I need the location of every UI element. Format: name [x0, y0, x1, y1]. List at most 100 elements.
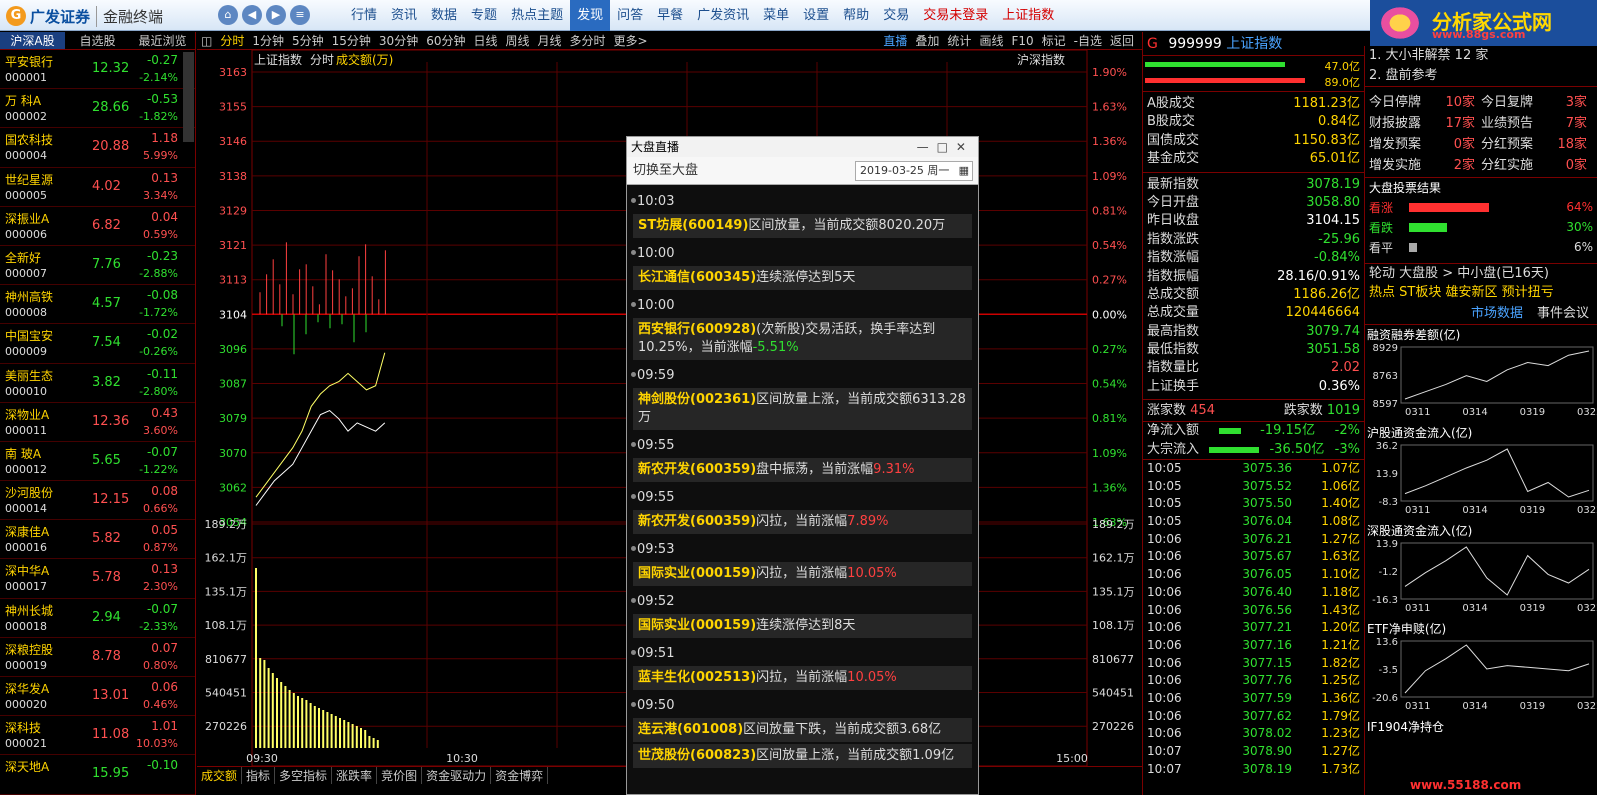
hot-topics[interactable]: 热点 ST板块 雄安新区 预计扭亏 [1365, 283, 1597, 303]
stock-row[interactable]: 深康佳A 000016 5.82 0.05 0.87% [0, 520, 195, 560]
menu-item[interactable]: 数据 [424, 0, 464, 31]
period-tab[interactable]: 15分钟 [328, 32, 375, 49]
stock-row[interactable]: 深粮控股 000019 8.78 0.07 0.80% [0, 638, 195, 677]
event-stat[interactable]: 今日停牌 10家 [1369, 91, 1481, 110]
menu-item[interactable]: 行情 [344, 0, 384, 31]
stock-tab[interactable]: 自选股 [65, 32, 130, 49]
menu-item[interactable]: 广发资讯 [690, 0, 756, 31]
home-icon[interactable]: ⌂ [218, 5, 238, 25]
stock-row[interactable]: 神州高铁 000008 4.57 -0.08 -1.72% [0, 285, 195, 325]
stock-row[interactable]: 美丽生态 000010 3.82 -0.11 -2.80% [0, 364, 195, 403]
chart-tool-button[interactable]: -自选 [1070, 32, 1106, 49]
event-card[interactable]: 国际实业(000159)闪拉，当前涨幅10.05% [633, 562, 972, 586]
stock-tab[interactable]: 沪深A股 [0, 32, 65, 49]
menu-item[interactable]: 热点主题 [504, 0, 570, 31]
indicator-tab[interactable]: 成交额 [197, 767, 243, 784]
chart-tool-button[interactable]: 统计 [943, 32, 975, 49]
ad-banner[interactable]: 分析家公式网 www.88gs.com [1370, 0, 1597, 46]
event-stock[interactable]: 国际实业(000159) [638, 566, 756, 581]
menu-item[interactable]: 帮助 [836, 0, 876, 31]
event-card[interactable]: 新农开发(600359)盘中振荡，当前涨幅9.31% [633, 458, 972, 482]
event-stock[interactable]: 国际实业(000159) [638, 618, 756, 633]
event-card[interactable]: 新农开发(600359)闪拉，当前涨幅7.89% [633, 510, 972, 534]
event-stock[interactable]: 神剑股份(002361) [638, 392, 756, 407]
menu-item[interactable]: 上证指数 [995, 0, 1061, 31]
period-tab[interactable]: 多分时 [566, 32, 610, 49]
stock-row[interactable]: 深中华A 000017 5.78 0.13 2.30% [0, 559, 195, 599]
event-card[interactable]: 蓝丰生化(002513)闪拉，当前涨幅10.05% [633, 666, 972, 690]
event-list[interactable]: 10:03 ST坊展(600149)区间放量，当前成交额8020.20万 10:00… [627, 186, 978, 794]
event-stat[interactable]: 财报披露 17家 [1369, 112, 1481, 131]
stock-row[interactable]: 中国宝安 000009 7.54 -0.02 -0.26% [0, 324, 195, 364]
indicator-tab[interactable]: 指标 [242, 767, 276, 784]
menu-item[interactable]: 专题 [464, 0, 504, 31]
event-card[interactable]: 国际实业(000159)连续涨停达到8天 [633, 614, 972, 638]
event-stat[interactable]: 今日复牌 3家 [1481, 91, 1593, 110]
indicator-tab[interactable]: 竞价图 [377, 767, 423, 784]
indicator-tab[interactable]: 资金博弈 [491, 767, 549, 784]
indicator-tab[interactable]: 涨跌率 [332, 767, 378, 784]
stock-row[interactable]: 世纪星源 000005 4.02 0.13 3.34% [0, 168, 195, 207]
menu-item[interactable]: 交易 [876, 0, 916, 31]
event-card[interactable]: 神剑股份(002361)区间放量上涨，当前成交额6313.28万 [633, 388, 972, 430]
stock-row[interactable]: 深华发A 000020 13.01 0.06 0.46% [0, 677, 195, 717]
period-tab[interactable]: 周线 [502, 32, 534, 49]
period-tab[interactable]: 30分钟 [375, 32, 422, 49]
chart-tool-button[interactable]: 直播 [879, 32, 911, 49]
window-controls[interactable]: —□✕ [917, 137, 974, 157]
stock-row[interactable]: 南 玻A 000012 5.65 -0.07 -1.22% [0, 442, 195, 482]
event-card[interactable]: 西安银行(600928)(次新股)交易活跃，换手率达到10.25%，当前涨幅-5… [633, 318, 972, 360]
period-tab[interactable]: 月线 [534, 32, 566, 49]
menu-item[interactable]: 交易未登录 [916, 0, 995, 31]
menu-item[interactable]: 设置 [796, 0, 836, 31]
stock-tab[interactable]: 最近浏览 [130, 32, 195, 49]
news-item[interactable]: 2. 盘前参考 [1365, 66, 1597, 86]
chart-tool-button[interactable]: F10 [1007, 32, 1037, 49]
more-icon[interactable]: ≡ [290, 5, 310, 25]
event-card[interactable]: ST坊展(600149)区间放量，当前成交额8020.20万 [633, 214, 972, 238]
indicator-tab[interactable]: 多空指标 [275, 767, 333, 784]
period-tab[interactable]: 1分钟 [248, 32, 288, 49]
menu-item[interactable]: 问答 [610, 0, 650, 31]
event-card[interactable]: 连云港(601008)区间放量下跌，当前成交额3.68亿 [633, 718, 972, 742]
menu-item[interactable]: 发现 [570, 0, 611, 31]
chart-tool-button[interactable]: 画线 [975, 32, 1007, 49]
stock-row[interactable]: 全新好 000007 7.76 -0.23 -2.88% [0, 246, 195, 286]
event-stock[interactable]: 连云港(601008) [638, 722, 743, 737]
indicator-tab[interactable]: 资金驱动力 [422, 767, 492, 784]
stock-row[interactable]: 深天地A 15.95 -0.10 [0, 755, 195, 795]
stock-row[interactable]: 深科技 000021 11.08 1.01 10.03% [0, 716, 195, 756]
event-stat[interactable]: 分红预案 18家 [1481, 133, 1593, 152]
menu-item[interactable]: 早餐 [650, 0, 690, 31]
period-tab[interactable]: 60分钟 [422, 32, 469, 49]
event-card[interactable]: 长江通信(600345)连续涨停达到5天 [633, 266, 972, 290]
stock-row[interactable]: 万 科A 000002 28.66 -0.53 -1.82% [0, 89, 195, 129]
stock-row[interactable]: 深振业A 000006 6.82 0.04 0.59% [0, 207, 195, 246]
stock-row[interactable]: 神州长城 000018 2.94 -0.07 -2.33% [0, 599, 195, 638]
menu-item[interactable]: 资讯 [384, 0, 424, 31]
tab-market-data[interactable]: 市场数据 [1471, 303, 1523, 324]
forward-icon[interactable]: ▶ [266, 5, 286, 25]
event-stock[interactable]: 世茂股份(600823) [638, 748, 756, 763]
stock-list-scrollbar[interactable] [183, 52, 194, 142]
chart-tool-button[interactable]: 返回 [1106, 32, 1138, 49]
back-icon[interactable]: ◀ [242, 5, 262, 25]
event-stat[interactable]: 分红实施 0家 [1481, 154, 1593, 173]
event-stat[interactable]: 业绩预告 7家 [1481, 112, 1593, 131]
news-item[interactable]: 1. 大小非解禁 12 家 [1365, 46, 1597, 66]
period-tab[interactable]: 日线 [469, 32, 501, 49]
menu-item[interactable]: 菜单 [756, 0, 796, 31]
tab-events[interactable]: 事件会议 [1537, 303, 1589, 324]
event-stock[interactable]: 新农开发(600359) [638, 514, 756, 529]
switch-market-link[interactable]: 切换至大盘 [633, 163, 698, 178]
event-stock[interactable]: 蓝丰生化(002513) [638, 670, 756, 685]
period-tab[interactable]: 分时 [216, 32, 248, 49]
stock-row[interactable]: 深物业A 000011 12.36 0.43 3.60% [0, 403, 195, 442]
event-stock[interactable]: 新农开发(600359) [638, 462, 756, 477]
event-stock[interactable]: 西安银行(600928) [638, 322, 756, 337]
date-picker[interactable]: 2019-03-25 周一 ▦ [855, 161, 973, 181]
event-stat[interactable]: 增发实施 2家 [1369, 154, 1481, 173]
event-card[interactable]: 世茂股份(600823)区间放量上涨，当前成交额1.09亿 [633, 744, 972, 768]
toolbar-toggle-icon[interactable]: ◫ [197, 32, 216, 49]
period-tab[interactable]: 5分钟 [288, 32, 328, 49]
